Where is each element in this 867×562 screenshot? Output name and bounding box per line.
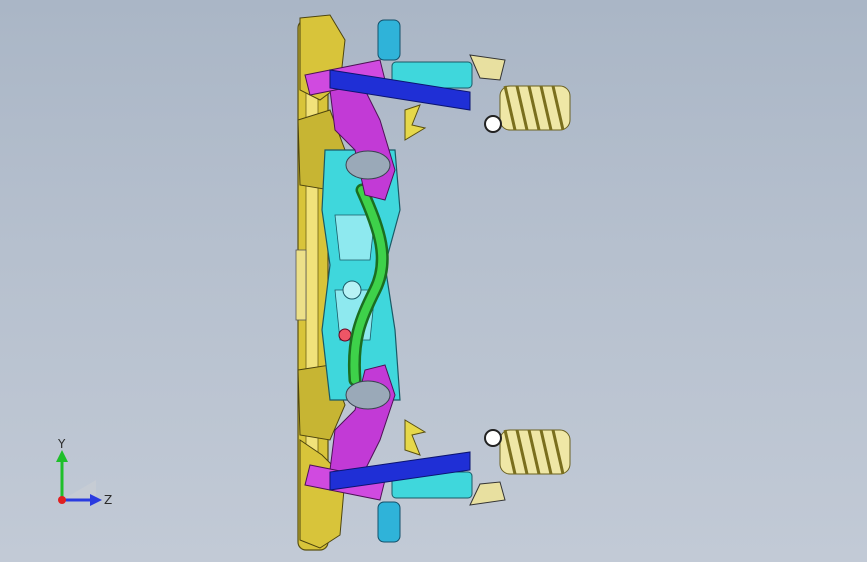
upper-strut-mount xyxy=(377,19,401,61)
x-axis-dot-icon xyxy=(58,496,66,504)
steering-gear-upper xyxy=(345,150,391,180)
subframe-slot xyxy=(295,249,307,321)
upper-fork-clip xyxy=(404,104,427,141)
3d-viewport[interactable]: Y Z xyxy=(0,0,867,562)
lower-top-mount xyxy=(469,481,506,506)
steering-gear-lower xyxy=(345,380,391,410)
lower-strut-eye xyxy=(484,429,502,447)
upper-top-mount xyxy=(469,54,506,81)
y-axis-label: Y xyxy=(57,437,66,451)
upper-strut-eye xyxy=(484,115,502,133)
axis-triad: Y Z xyxy=(56,437,112,507)
crossmember-bushing xyxy=(338,328,352,342)
crossmember-hole xyxy=(342,280,362,300)
y-axis-arrow-icon xyxy=(56,450,68,462)
upper-coil-spring xyxy=(499,85,571,131)
lower-coil-spring xyxy=(499,429,571,475)
lower-strut-mount xyxy=(377,501,401,543)
lower-fork-clip xyxy=(404,419,427,456)
suspension-model[interactable] xyxy=(0,0,867,562)
z-axis-label: Z xyxy=(104,493,112,507)
